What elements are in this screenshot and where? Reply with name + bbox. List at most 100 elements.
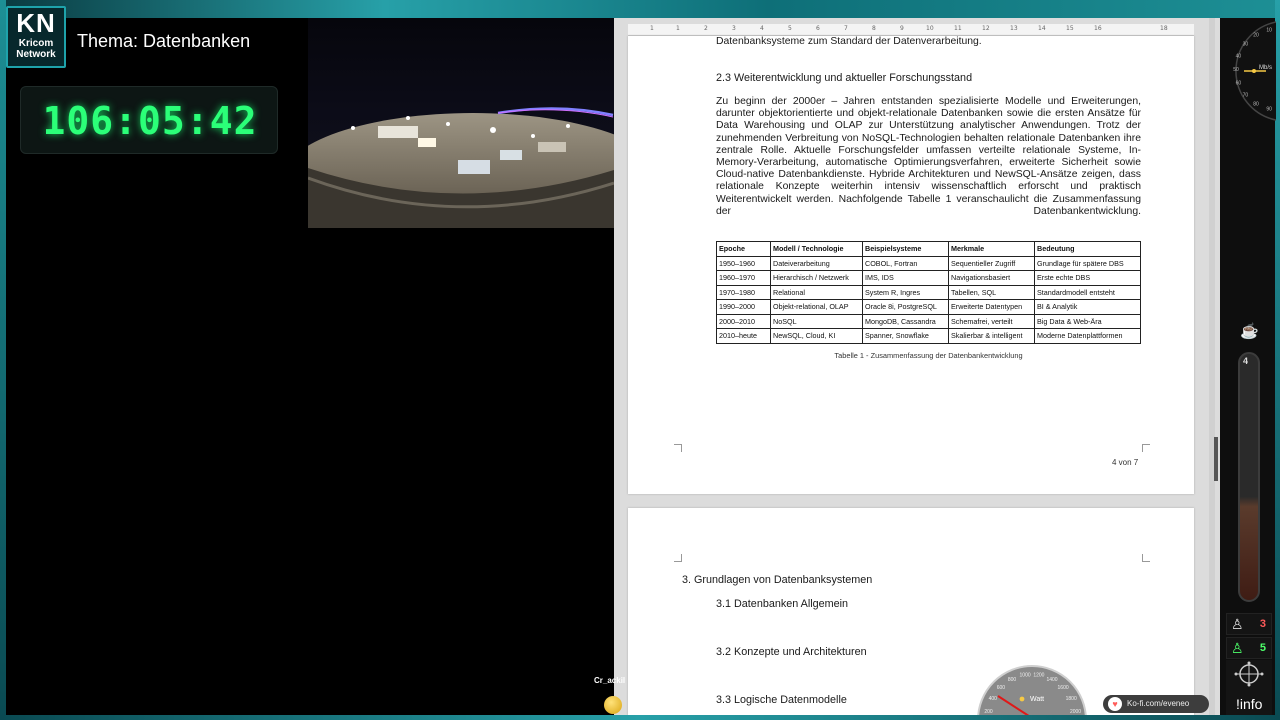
timer-panel: 106:05:42 (20, 86, 278, 154)
user-icon: ♙ (1231, 640, 1244, 656)
paragraph-line: Data Warehousing und OLAP zur Unterstütz… (716, 120, 1141, 132)
stream-topic: Thema: Datenbanken (77, 31, 251, 51)
network-speed-gauge: 10 20 3040 50 6070 80 90 Mb/s (1233, 21, 1276, 121)
paragraph-line: zentrale Rolle. Aktuelle Forschungsfelde… (716, 144, 1141, 156)
viewer-avatar-ball (604, 696, 622, 714)
column-header: Modell / Technologie (770, 241, 863, 257)
table-row: 1950–1960 Dateiverarbeitung COBOL, Fortr… (716, 255, 1141, 271)
table-cell: COBOL, Fortran (862, 255, 949, 271)
viewer-count-row: ♙ 3 (1226, 613, 1272, 635)
paragraph-line: darunter objektorientierte und objekt-re… (716, 108, 1141, 120)
paragraph-line: Cloud-native Datenbankdienste. Hybride A… (716, 169, 1141, 181)
watt-tick-label: 1600 (1058, 685, 1069, 691)
table-cell: 2000–2010 (716, 313, 771, 329)
speed-tick-label: 80 (1253, 102, 1259, 108)
ruler-mark: 10 (926, 25, 934, 32)
watt-tick-label: 800 (1008, 677, 1017, 683)
column-header: Merkmale (948, 241, 1035, 257)
stream-timer: 106:05:42 (42, 99, 258, 143)
table-header-row: Epoche Modell / Technologie Beispielsyst… (716, 241, 1141, 257)
ruler-mark: 6 (816, 25, 820, 32)
table-cell: 1970–1980 (716, 284, 771, 300)
watt-tick-label: 600 (997, 685, 1006, 691)
ruler-mark: 3 (732, 25, 736, 32)
paragraph-last-line: der Datenbankentwicklung. (716, 206, 1141, 218)
webcam-view (308, 18, 614, 228)
paragraph-word: Datenbankentwicklung. (1033, 205, 1141, 217)
table-cell: Grundlage für spätere DBS (1034, 255, 1141, 271)
ruler-mark: 13 (1010, 25, 1018, 32)
table-cell: Erste echte DBS (1034, 270, 1141, 286)
table-cell: Skalierbar & intelligent (948, 328, 1035, 344)
active-user-row: ♙ 5 (1226, 637, 1272, 659)
paragraph-line: Memory-Verarbeitung, automatische Optimi… (716, 157, 1141, 169)
table-cell: Erweiterte Datentypen (948, 299, 1035, 315)
paragraph-line: relationale Konzepte weiterhin intensiv … (716, 181, 1141, 193)
viewer-name-tag: Cr_ackil (594, 676, 626, 685)
kricom-network-logo: KN Kricom Network (6, 6, 66, 68)
ruler-mark: 7 (844, 25, 848, 32)
power-watt-gauge: 2004006008001000 12001400160018002000 Wat… (976, 665, 1088, 720)
speed-tick-label: 90 (1266, 106, 1272, 112)
kofi-link[interactable]: ♥ Ko-fi.com/eveneo (1103, 695, 1209, 713)
database-history-table: Epoche Modell / Technologie Beispielsyst… (716, 241, 1141, 344)
watt-tick-label: 1200 (1033, 673, 1044, 679)
table-cell: Hierarchisch / Netzwerk (770, 270, 863, 286)
horizontal-ruler[interactable]: 1 1 2 3 4 5 6 7 8 9 10 11 12 13 14 15 16… (628, 24, 1194, 36)
subsection-heading: 3.1 Datenbanken Allgemein (716, 598, 849, 610)
table-cell: 2010–heute (716, 328, 771, 344)
document-page-5[interactable] (628, 508, 1194, 715)
table-cell: Moderne Datenplattformen (1034, 328, 1141, 344)
page-margin-corner (674, 444, 682, 452)
speed-tick-label: 30 (1243, 41, 1249, 47)
ruler-mark: 15 (1066, 25, 1074, 32)
kofi-cup-icon: ♥ (1108, 697, 1122, 711)
page-margin-corner (1142, 444, 1150, 452)
column-header: Beispielsysteme (862, 241, 949, 257)
top-frame-bar (0, 0, 1280, 18)
chapter-heading: 3. Grundlagen von Datenbanksystemen (682, 574, 873, 586)
table-row: 2000–2010 NoSQL MongoDB, Cassandra Schem… (716, 313, 1141, 329)
speed-tick-label: 50 (1233, 67, 1239, 73)
table-cell: Navigationsbasiert (948, 270, 1035, 286)
watt-tick-label: 400 (989, 696, 998, 702)
vertical-scrollbar[interactable] (1209, 18, 1215, 715)
ruler-mark: 1 (650, 25, 654, 32)
scrollbar-thumb[interactable] (1214, 437, 1218, 481)
table-cell: Big Data & Web-Ära (1034, 313, 1141, 329)
page-margin-corner (1142, 554, 1150, 562)
paragraph-line: Datenbanksysteme zum Standard der Datenv… (716, 36, 982, 47)
paragraph-line: Zu beginn der 2000er – Jahren entstanden… (716, 96, 1141, 107)
table-cell: NoSQL (770, 313, 863, 329)
column-header: Bedeutung (1034, 241, 1141, 257)
watt-tick-label: 1800 (1066, 696, 1077, 702)
watt-tick-label: 1000 (1020, 673, 1031, 679)
speed-tick-label: 20 (1253, 32, 1259, 38)
paragraph-line: Weiterentwickelt werden. Nachfolgende Ta… (716, 193, 1141, 205)
speed-unit-label: Mb/s (1259, 65, 1272, 71)
active-user-count: 5 (1259, 642, 1266, 654)
table-row: 2010–heute NewSQL, Cloud, KI Spanner, Sn… (716, 328, 1141, 344)
ruler-mark: 11 (954, 25, 962, 32)
table-cell: MongoDB, Cassandra (862, 313, 949, 329)
table-cell: BI & Analytik (1034, 299, 1141, 315)
donation-tube (1238, 352, 1260, 602)
table-cell: 1960–1970 (716, 270, 771, 286)
speed-tick-label: 40 (1236, 53, 1242, 59)
watt-tick-label: 1400 (1046, 677, 1057, 683)
table-cell: Objekt-relational, OLAP (770, 299, 863, 315)
user-icon: ♙ (1231, 616, 1244, 632)
table-cell: IMS, IDS (862, 270, 949, 286)
coffee-icon: ☕ (1240, 323, 1259, 340)
bottom-frame-bar (0, 715, 1280, 720)
table-cell: NewSQL, Cloud, KI (770, 328, 863, 344)
kofi-link-text: Ko-fi.com/eveneo (1127, 699, 1190, 708)
logo-monogram: KN (16, 8, 56, 38)
table-cell: 1990–2000 (716, 299, 771, 315)
table-cell: System R, Ingres (862, 284, 949, 300)
table-row: 1970–1980 Relational System R, Ingres Ta… (716, 284, 1141, 300)
table-cell: Dateiverarbeitung (770, 255, 863, 271)
left-frame-bar (0, 0, 6, 720)
brain-circuit-icon (1234, 661, 1264, 687)
ruler-mark: 5 (788, 25, 792, 32)
